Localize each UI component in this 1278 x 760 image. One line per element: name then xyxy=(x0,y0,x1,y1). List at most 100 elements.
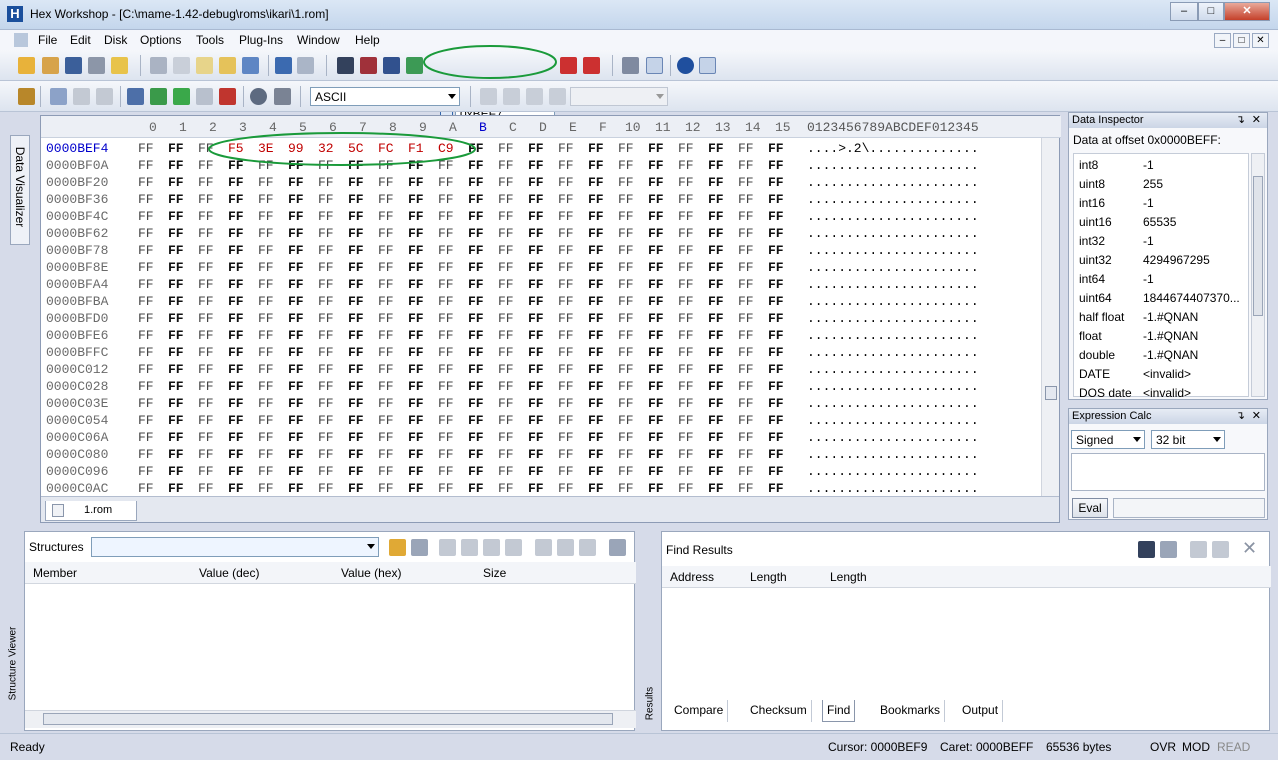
hex-byte[interactable]: FF xyxy=(708,260,724,275)
hex-byte[interactable]: FF xyxy=(378,447,394,462)
paste-special-icon[interactable] xyxy=(219,57,236,74)
hex-byte[interactable]: FF xyxy=(768,396,784,411)
motorola-icon[interactable] xyxy=(677,57,694,74)
hex-byte[interactable]: FF xyxy=(468,413,484,428)
hex-byte[interactable]: FF xyxy=(678,260,694,275)
ascii-text[interactable]: ...................... xyxy=(807,413,979,428)
hex-byte[interactable]: FF xyxy=(258,413,274,428)
hex-byte[interactable]: FF xyxy=(318,345,334,360)
calculator-icon[interactable] xyxy=(274,88,291,105)
hex-byte[interactable]: FF xyxy=(258,396,274,411)
hex-byte[interactable]: FF xyxy=(498,430,514,445)
hex-byte[interactable]: FF xyxy=(168,141,184,156)
inspector-row[interactable]: DOS date <invalid> xyxy=(1079,386,1191,400)
tab-compare[interactable]: Compare xyxy=(670,700,729,722)
hex-byte[interactable]: FF xyxy=(438,345,454,360)
hex-byte[interactable]: FF xyxy=(258,447,274,462)
menu-disk[interactable]: Disk xyxy=(104,33,127,47)
hex-byte[interactable]: FF xyxy=(498,141,514,156)
hex-byte[interactable]: FF xyxy=(138,175,154,190)
hex-byte[interactable]: FF xyxy=(738,362,754,377)
structures-select[interactable] xyxy=(91,537,379,557)
hex-byte[interactable]: FF xyxy=(438,226,454,241)
mdi-minimize-button[interactable]: – xyxy=(1214,33,1231,48)
hex-byte[interactable]: FF xyxy=(738,311,754,326)
hex-byte[interactable]: FF xyxy=(708,464,724,479)
hex-byte[interactable]: FF xyxy=(768,413,784,428)
hex-byte[interactable]: FF xyxy=(708,277,724,292)
hex-byte[interactable]: FF xyxy=(588,396,604,411)
hex-byte[interactable]: FF xyxy=(708,226,724,241)
hex-byte[interactable]: FF xyxy=(738,226,754,241)
hex-row[interactable]: 0000C06A FF FF FF FF FF FF FF FF FF FF FF FF FF FF FF FF… xyxy=(41,430,1041,447)
ascii-text[interactable]: ...................... xyxy=(807,192,979,207)
compare-icon[interactable] xyxy=(50,88,67,105)
hex-byte[interactable]: FF xyxy=(558,396,574,411)
hex-byte[interactable]: FF xyxy=(648,175,664,190)
hex-byte[interactable]: FF xyxy=(378,243,394,258)
hex-byte[interactable]: FF xyxy=(468,328,484,343)
hex-byte[interactable]: FF xyxy=(408,328,424,343)
hex-byte[interactable]: FF xyxy=(288,430,304,445)
settings-gear-icon[interactable] xyxy=(250,88,267,105)
hex-byte[interactable]: FF xyxy=(438,447,454,462)
hex-byte[interactable]: FF xyxy=(708,158,724,173)
hex-byte[interactable]: FF xyxy=(498,226,514,241)
ascii-text[interactable]: ...................... xyxy=(807,464,979,479)
hex-byte[interactable]: FF xyxy=(528,328,544,343)
hex-byte[interactable]: FF xyxy=(588,243,604,258)
structure-refresh-icon[interactable] xyxy=(196,88,213,105)
hex-byte[interactable]: FF xyxy=(768,294,784,309)
hex-byte[interactable]: FF xyxy=(498,243,514,258)
inspector-row[interactable]: uint16 65535 xyxy=(1079,215,1176,229)
hex-byte[interactable]: FF xyxy=(318,294,334,309)
close-icon[interactable]: ✕ xyxy=(1252,409,1261,422)
hex-byte[interactable]: FF xyxy=(618,447,634,462)
hex-byte[interactable]: FF xyxy=(618,328,634,343)
hex-byte[interactable]: FF xyxy=(228,175,244,190)
hex-byte[interactable]: FF xyxy=(498,328,514,343)
hex-byte[interactable]: FF xyxy=(348,481,364,496)
hex-byte[interactable]: FF xyxy=(288,243,304,258)
menu-plugins[interactable]: Plug-Ins xyxy=(239,33,283,47)
hex-row[interactable]: 0000C096 FF FF FF FF FF FF FF FF FF FF FF FF FF FF FF FF… xyxy=(41,464,1041,481)
hex-byte[interactable]: FF xyxy=(498,192,514,207)
hex-byte[interactable]: FF xyxy=(258,192,274,207)
hex-byte[interactable]: FF xyxy=(318,175,334,190)
hex-byte[interactable]: FF xyxy=(168,396,184,411)
hex-byte[interactable]: FF xyxy=(738,447,754,462)
hex-byte[interactable]: FF xyxy=(768,345,784,360)
hex-byte[interactable]: FF xyxy=(438,294,454,309)
find-previous-icon[interactable] xyxy=(360,57,377,74)
hex-byte[interactable]: FF xyxy=(678,175,694,190)
hex-byte[interactable]: FF xyxy=(228,192,244,207)
hex-byte[interactable]: FF xyxy=(498,464,514,479)
hex-byte[interactable]: FF xyxy=(678,430,694,445)
hex-byte[interactable]: FF xyxy=(378,464,394,479)
hex-byte[interactable]: FF xyxy=(498,413,514,428)
hex-byte[interactable]: FF xyxy=(498,175,514,190)
find-icon[interactable] xyxy=(337,57,354,74)
hex-byte[interactable]: FF xyxy=(468,277,484,292)
maximize-button[interactable]: □ xyxy=(1198,2,1224,21)
hex-byte[interactable]: FF xyxy=(648,362,664,377)
hex-byte[interactable]: FF xyxy=(768,175,784,190)
hex-byte[interactable]: FF xyxy=(738,328,754,343)
hex-byte[interactable]: FF xyxy=(618,413,634,428)
hex-byte[interactable]: FF xyxy=(468,192,484,207)
hex-byte[interactable]: FF xyxy=(138,345,154,360)
hex-byte[interactable]: FF xyxy=(528,277,544,292)
hex-byte[interactable]: FF xyxy=(258,379,274,394)
hex-byte[interactable]: FF xyxy=(558,277,574,292)
hex-byte[interactable]: FF xyxy=(198,277,214,292)
hex-byte[interactable]: FF xyxy=(198,328,214,343)
hex-byte[interactable]: FF xyxy=(318,243,334,258)
encoding-select[interactable]: ASCII xyxy=(310,87,460,106)
hex-byte[interactable]: FF xyxy=(588,413,604,428)
open-file-icon[interactable] xyxy=(42,57,59,74)
compare-next-icon[interactable] xyxy=(73,88,90,105)
hex-byte[interactable]: FF xyxy=(348,396,364,411)
hex-byte[interactable]: FF xyxy=(378,362,394,377)
hex-byte[interactable]: FF xyxy=(438,328,454,343)
hex-byte[interactable]: FF xyxy=(708,141,724,156)
